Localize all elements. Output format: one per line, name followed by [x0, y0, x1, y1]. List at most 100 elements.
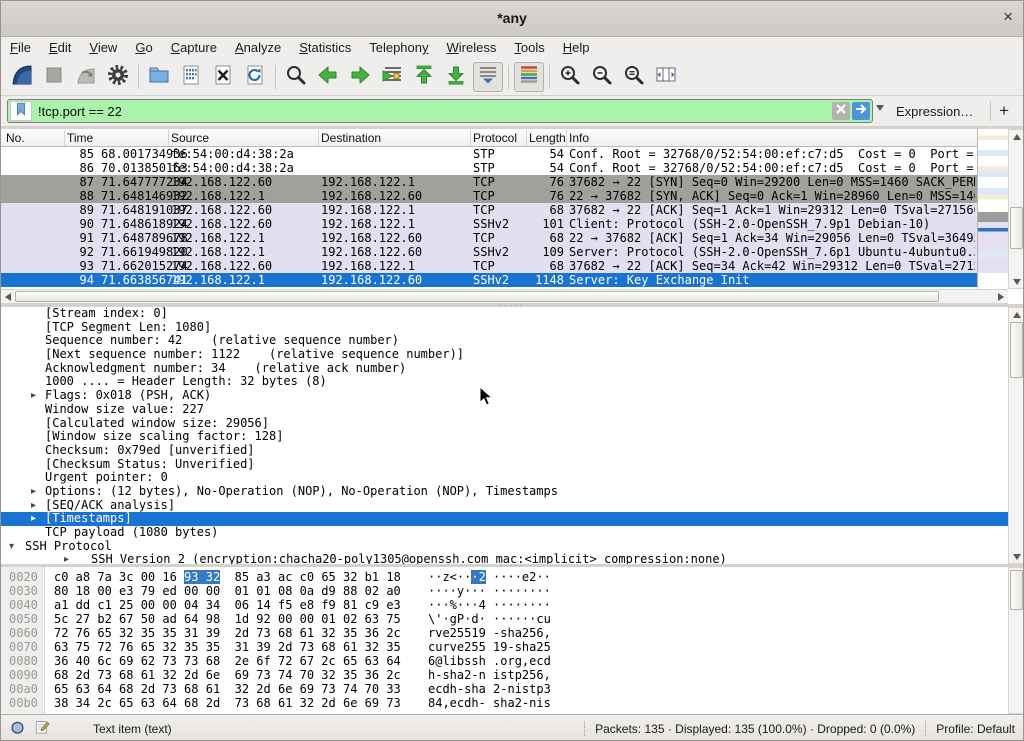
- detail-row[interactable]: Checksum: 0x79ed [unverified]: [1, 444, 1008, 458]
- ascii-bytes[interactable]: 84,ecdh- sha2-nis: [428, 696, 551, 710]
- detail-row[interactable]: [Stream index: 0]: [1, 307, 1008, 321]
- hex-row-00a0[interactable]: 00a065 63 64 68 2d 73 68 61 32 2d 6e 69 …: [1, 682, 1008, 696]
- packet-row-87[interactable]: 8771.647777234192.168.122.60192.168.122.…: [1, 175, 977, 189]
- zoom-100-button[interactable]: [619, 62, 649, 92]
- detail-row[interactable]: Urgent pointer: 0: [1, 471, 1008, 485]
- close-icon[interactable]: ×: [1003, 7, 1013, 27]
- scroll-left-icon[interactable]: [1, 290, 15, 303]
- restart-capture-button[interactable]: [71, 62, 101, 92]
- detail-row[interactable]: ▸[SEQ/ACK analysis]: [1, 499, 1008, 513]
- expander-closed-icon[interactable]: ▸: [31, 389, 36, 403]
- menu-telephony[interactable]: Telephony: [360, 37, 437, 59]
- display-filter-input[interactable]: !tcp.port == 22: [32, 104, 832, 119]
- scrollbar-thumb[interactable]: [1010, 207, 1023, 249]
- menu-analyze[interactable]: Analyze: [226, 37, 290, 59]
- detail-row[interactable]: [Calculated window size: 29056]: [1, 417, 1008, 431]
- expander-closed-icon[interactable]: ▸: [31, 485, 36, 499]
- hex-bytes[interactable]: 65 63 64 68 2d 73 68 61 32 2d 6e 69 73 7…: [54, 682, 401, 696]
- hex-bytes[interactable]: c0 a8 7a 3c 00 16 93 32 85 a3 ac c0 65 3…: [54, 570, 401, 584]
- ascii-bytes[interactable]: ··z<···2 ····e2··: [428, 570, 551, 584]
- packet-row-88[interactable]: 8871.648146932192.168.122.1192.168.122.6…: [1, 189, 977, 203]
- filter-clear-button[interactable]: [832, 102, 850, 120]
- menu-wireless[interactable]: Wireless: [438, 37, 506, 59]
- ascii-bytes[interactable]: ····y··· ········: [428, 584, 551, 598]
- scroll-up-icon[interactable]: [1009, 130, 1024, 143]
- detail-row[interactable]: [Next sequence number: 1122 (relative se…: [1, 348, 1008, 362]
- ascii-bytes[interactable]: 6@libssh .org,ecd: [428, 654, 551, 668]
- column-header-time[interactable]: Time: [67, 131, 167, 145]
- details-scrollbar[interactable]: [1008, 307, 1024, 564]
- hex-bytes[interactable]: a1 dd c1 25 00 00 04 34 06 14 f5 e8 f9 8…: [54, 598, 401, 612]
- column-divider[interactable]: [526, 130, 527, 146]
- menu-view[interactable]: View: [80, 37, 126, 59]
- menu-go[interactable]: Go: [126, 37, 161, 59]
- column-divider[interactable]: [566, 130, 567, 146]
- detail-row[interactable]: [Window size scaling factor: 128]: [1, 430, 1008, 444]
- hex-row-0090[interactable]: 009068 2d 73 68 61 32 2d 6e 69 73 74 70 …: [1, 668, 1008, 682]
- hex-bytes[interactable]: 68 2d 73 68 61 32 2d 6e 69 73 74 70 32 3…: [54, 668, 401, 682]
- auto-scroll-button[interactable]: [473, 62, 503, 92]
- ascii-bytes[interactable]: ···%···4 ········: [428, 598, 551, 612]
- hex-bytes[interactable]: 72 76 65 32 35 35 31 39 2d 73 68 61 32 3…: [54, 626, 401, 640]
- title-bar[interactable]: *any ×: [1, 1, 1023, 37]
- stop-capture-button[interactable]: [39, 62, 69, 92]
- hex-row-0030[interactable]: 003080 18 00 e3 79 ed 00 00 01 01 08 0a …: [1, 584, 1008, 598]
- go-last-button[interactable]: [441, 62, 471, 92]
- expander-closed-icon[interactable]: ▸: [64, 553, 69, 564]
- ascii-bytes[interactable]: \'·gP·d· ······cu: [428, 612, 551, 626]
- packet-minimap[interactable]: [977, 129, 1008, 289]
- expander-closed-icon[interactable]: ▸: [31, 499, 36, 513]
- colorize-button[interactable]: [514, 62, 544, 92]
- detail-row[interactable]: 1000 .... = Header Length: 32 bytes (8): [1, 375, 1008, 389]
- zoom-out-button[interactable]: [587, 62, 617, 92]
- detail-row[interactable]: ▸Flags: 0x018 (PSH, ACK): [1, 389, 1008, 403]
- expander-open-icon[interactable]: ▾: [9, 540, 14, 554]
- packet-row-93[interactable]: 9371.662015274192.168.122.60192.168.122.…: [1, 259, 977, 273]
- open-file-button[interactable]: [144, 62, 174, 92]
- expander-closed-icon[interactable]: ▸: [31, 512, 36, 526]
- scroll-down-icon[interactable]: [1009, 275, 1024, 288]
- hex-row-0080[interactable]: 008036 40 6c 69 62 73 73 68 2e 6f 72 67 …: [1, 654, 1008, 668]
- capture-options-button[interactable]: [103, 62, 133, 92]
- scrollbar-thumb[interactable]: [1010, 322, 1023, 378]
- packet-row-92[interactable]: 9271.661949820192.168.122.1192.168.122.6…: [1, 245, 977, 259]
- column-header-no[interactable]: No.: [6, 131, 61, 145]
- profile-selector[interactable]: Profile: Default: [936, 722, 1015, 736]
- column-header-info[interactable]: Info: [569, 131, 969, 145]
- find-packet-button[interactable]: [281, 62, 311, 92]
- hex-row-0060[interactable]: 006072 76 65 32 35 35 31 39 2d 73 68 61 …: [1, 626, 1008, 640]
- filter-apply-button[interactable]: [852, 102, 870, 120]
- hex-bytes[interactable]: 63 75 72 76 65 32 35 35 31 39 2d 73 68 6…: [54, 640, 401, 654]
- add-filter-button[interactable]: +: [999, 101, 1009, 121]
- zoom-in-button[interactable]: [555, 62, 585, 92]
- detail-row[interactable]: TCP payload (1080 bytes): [1, 526, 1008, 540]
- packet-row-90[interactable]: 9071.648618924192.168.122.60192.168.122.…: [1, 217, 977, 231]
- go-first-button[interactable]: [409, 62, 439, 92]
- column-divider[interactable]: [64, 130, 65, 146]
- detail-row[interactable]: [Checksum Status: Unverified]: [1, 458, 1008, 472]
- menu-help[interactable]: Help: [554, 37, 599, 59]
- detail-row[interactable]: [TCP Segment Len: 1080]: [1, 321, 1008, 335]
- column-header-protocol[interactable]: Protocol: [473, 131, 525, 145]
- go-back-button[interactable]: [313, 62, 343, 92]
- packet-list-scrollbar[interactable]: [1008, 129, 1024, 289]
- detail-row[interactable]: Sequence number: 42 (relative sequence n…: [1, 334, 1008, 348]
- detail-row[interactable]: Acknowledgment number: 34 (relative ack …: [1, 362, 1008, 376]
- expert-info-button[interactable]: [9, 718, 26, 739]
- menu-edit[interactable]: Edit: [40, 37, 80, 59]
- column-divider[interactable]: [168, 130, 169, 146]
- detail-row[interactable]: Window size value: 227: [1, 403, 1008, 417]
- packet-row-85[interactable]: 8568.001734936fe:54:00:d4:38:2aSTP54Conf…: [1, 147, 977, 161]
- column-divider[interactable]: [470, 130, 471, 146]
- hex-bytes[interactable]: 80 18 00 e3 79 ed 00 00 01 01 08 0a d9 8…: [54, 584, 401, 598]
- column-divider[interactable]: [318, 130, 319, 146]
- hex-row-0070[interactable]: 007063 75 72 76 65 32 35 35 31 39 2d 73 …: [1, 640, 1008, 654]
- detail-row[interactable]: ▾SSH Protocol: [1, 540, 1008, 554]
- detail-row[interactable]: ▸Options: (12 bytes), No-Operation (NOP)…: [1, 485, 1008, 499]
- column-header-source[interactable]: Source: [171, 131, 316, 145]
- detail-row[interactable]: ▸[Timestamps]: [1, 512, 1008, 526]
- hex-row-0020[interactable]: 0020c0 a8 7a 3c 00 16 93 32 85 a3 ac c0 …: [1, 570, 1008, 584]
- hex-row-0040[interactable]: 0040a1 dd c1 25 00 00 04 34 06 14 f5 e8 …: [1, 598, 1008, 612]
- menu-capture[interactable]: Capture: [162, 37, 226, 59]
- scrollbar-thumb[interactable]: [15, 291, 939, 302]
